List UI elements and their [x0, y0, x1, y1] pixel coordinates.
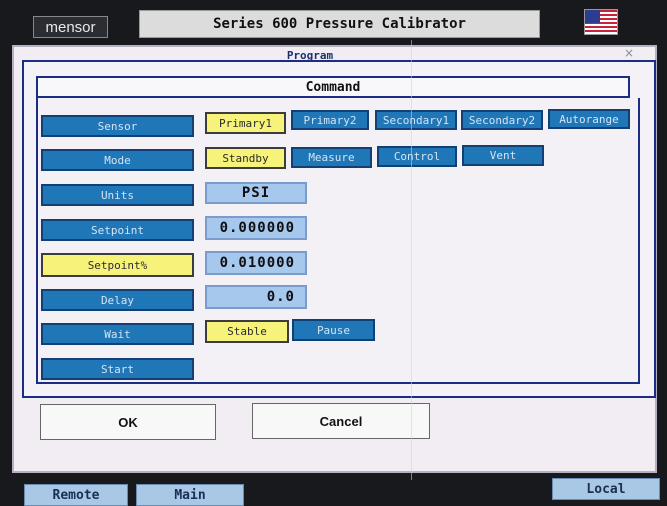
close-icon[interactable]: × [622, 46, 636, 60]
wait-option-stable[interactable]: Stable [205, 320, 289, 343]
mode-option-vent[interactable]: Vent [462, 145, 544, 166]
screen-glare-line [411, 40, 412, 480]
us-flag-icon[interactable] [584, 9, 618, 35]
wait-option-pause[interactable]: Pause [292, 319, 375, 341]
mode-option-control[interactable]: Control [377, 146, 457, 167]
wait-label[interactable]: Wait [41, 323, 194, 345]
command-heading: Command [36, 76, 630, 98]
setpoint-value[interactable]: 0.000000 [205, 216, 307, 240]
setpoint-percent-label[interactable]: Setpoint% [41, 253, 194, 277]
ok-button[interactable]: OK [40, 404, 216, 440]
sensor-label[interactable]: Sensor [41, 115, 194, 137]
mensor-logo: mensor [33, 16, 108, 38]
cancel-button[interactable]: Cancel [252, 403, 430, 439]
sensor-option-autorange[interactable]: Autorange [548, 109, 630, 129]
start-button[interactable]: Start [41, 358, 194, 380]
units-value[interactable]: PSI [205, 182, 307, 204]
sensor-option-secondary2[interactable]: Secondary2 [461, 110, 543, 130]
sensor-option-primary1[interactable]: Primary1 [205, 112, 286, 134]
setpoint-percent-value[interactable]: 0.010000 [205, 251, 307, 275]
sensor-option-primary2[interactable]: Primary2 [291, 110, 369, 130]
flag-canton [585, 10, 600, 23]
mode-option-measure[interactable]: Measure [291, 147, 372, 168]
delay-label[interactable]: Delay [41, 289, 194, 311]
delay-value[interactable]: 0.0 [205, 285, 307, 309]
units-label[interactable]: Units [41, 184, 194, 206]
sensor-option-secondary1[interactable]: Secondary1 [375, 110, 457, 130]
setpoint-label[interactable]: Setpoint [41, 219, 194, 241]
app-title: Series 600 Pressure Calibrator [139, 10, 540, 38]
mode-label[interactable]: Mode [41, 149, 194, 171]
mode-option-standby[interactable]: Standby [205, 147, 286, 169]
local-button[interactable]: Local [552, 478, 660, 500]
